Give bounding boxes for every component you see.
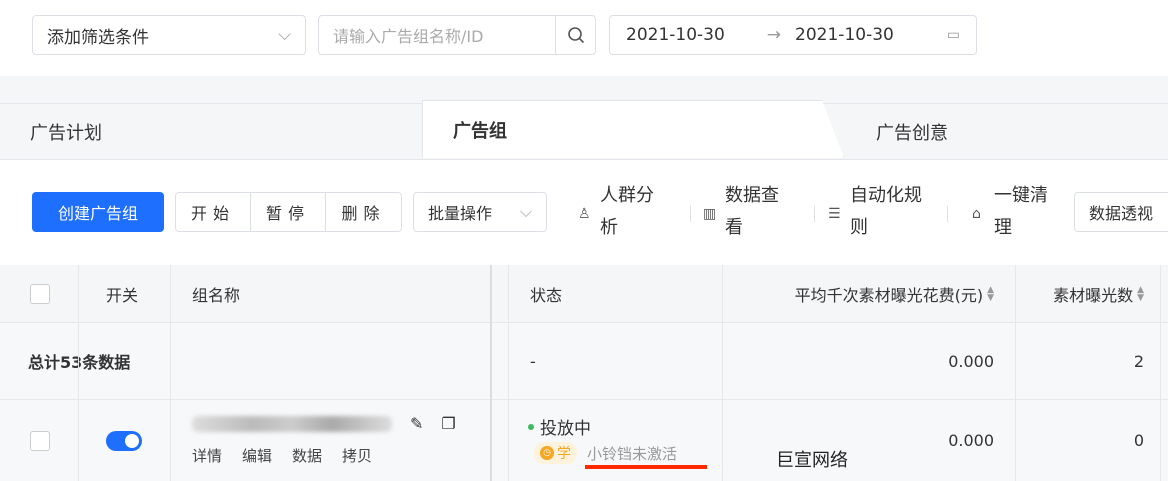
row-impressions: 0	[1133, 431, 1144, 450]
fixed-column-divider	[490, 265, 492, 481]
chevron-down-icon: ⌵	[519, 202, 532, 221]
adgroup-name-link[interactable]	[192, 415, 392, 432]
tab-campaign[interactable]: 广告计划	[30, 104, 102, 160]
summary-cpm: 0.000	[948, 351, 994, 371]
status-text: 投放中	[540, 419, 591, 439]
header-cpm[interactable]: 平均千次素材曝光花费(元) ▲ ▼	[795, 265, 994, 322]
search-icon[interactable]	[555, 15, 595, 55]
crowd-analysis-button[interactable]: ♙ 人群分析	[578, 180, 680, 244]
tab-bar: 广告计划 广告组 广告创意	[0, 100, 1168, 160]
automation-rules-button[interactable]: ☰ 自动化规则	[828, 180, 950, 244]
calendar-icon: ▭	[946, 27, 960, 43]
badge-text: 学	[557, 446, 571, 462]
row-toggle[interactable]	[106, 430, 142, 451]
chevron-down-icon: ⌵	[278, 25, 291, 45]
details-link[interactable]: 详情	[192, 447, 222, 465]
column-divider	[1160, 265, 1161, 481]
batch-operations-dropdown[interactable]: 批量操作 ⌵	[413, 192, 547, 232]
header-name: 组名称	[192, 285, 241, 305]
data-label-2: 看	[725, 217, 743, 238]
header-switch: 开关	[106, 285, 139, 305]
separator	[814, 206, 815, 222]
column-divider	[78, 265, 79, 481]
search-placeholder: 请输入广告组名称/ID	[333, 27, 484, 46]
red-underline	[585, 465, 707, 469]
sliders-icon: ☰	[828, 206, 841, 222]
summary-row: 总计53条数据 - 0.000 2	[0, 323, 1168, 400]
header-impressions-label: 素材曝光数	[1053, 285, 1134, 305]
user-icon: ♙	[578, 206, 591, 222]
search-input[interactable]: 请输入广告组名称/ID	[318, 15, 596, 55]
data-link[interactable]: 数据	[292, 447, 322, 465]
clean-label-1: 一键清	[994, 185, 1048, 206]
view-data-button[interactable]: ▥ 数据查看	[703, 180, 805, 244]
header-status: 状态	[530, 285, 563, 305]
status-dot	[528, 423, 534, 430]
start-button[interactable]: 开始	[176, 193, 251, 231]
filter-select[interactable]: 添加筛选条件 ⌵	[32, 15, 306, 55]
data-label-1: 数据查	[725, 185, 779, 206]
learning-badge: ◷ 学	[534, 442, 577, 464]
date-separator: →	[766, 25, 782, 45]
copy-icon[interactable]: ❐	[441, 414, 455, 433]
copy-link[interactable]: 拷贝	[342, 447, 372, 465]
data-pivot-button[interactable]: 数据透视	[1074, 192, 1168, 232]
filter-select-label: 添加筛选条件	[47, 27, 149, 48]
clean-label-2: 理	[994, 217, 1012, 238]
sort-icon[interactable]: ▲ ▼	[987, 285, 994, 302]
summary-impressions: 2	[1133, 351, 1144, 371]
watermark-text: 巨宣网络	[776, 450, 848, 471]
edit-icon[interactable]: ✎	[410, 414, 423, 433]
date-end: 2021-10-30	[795, 25, 894, 45]
pivot-label: 数据透视	[1089, 204, 1154, 223]
pause-button[interactable]: 暂停	[251, 193, 326, 231]
date-range-picker[interactable]: 2021-10-30 → 2021-10-30 ▭	[609, 15, 977, 55]
row-cpm: 0.000	[948, 431, 994, 450]
row-checkbox[interactable]	[30, 430, 50, 451]
create-adgroup-button[interactable]: 创建广告组	[32, 192, 164, 232]
select-all-checkbox[interactable]	[30, 283, 50, 304]
summary-status: -	[530, 351, 536, 371]
table-header: 开关 组名称 状态 平均千次素材曝光花费(元) ▲ ▼ 素材曝光数 ▲ ▼	[0, 265, 1168, 323]
clock-icon: ◷	[540, 446, 554, 460]
column-divider	[1015, 265, 1016, 481]
tab-creative[interactable]: 广告创意	[876, 104, 948, 160]
crowd-label-1: 人群分	[600, 185, 654, 206]
header-impressions[interactable]: 素材曝光数 ▲ ▼	[1053, 265, 1144, 322]
column-divider	[508, 265, 509, 481]
batch-label: 批量操作	[428, 204, 493, 223]
broom-icon: ⌂	[972, 206, 981, 222]
separator	[947, 206, 948, 222]
edit-link[interactable]: 编辑	[242, 447, 272, 465]
sort-icon[interactable]: ▲ ▼	[1137, 285, 1144, 302]
one-click-clean-button[interactable]: ⌂ 一键清理	[972, 180, 1074, 244]
header-cpm-label: 平均千次素材曝光花费(元)	[794, 285, 984, 305]
divider-band	[0, 76, 1168, 104]
date-start: 2021-10-30	[626, 25, 725, 45]
bar-chart-icon: ▥	[703, 206, 717, 222]
column-divider	[170, 265, 171, 481]
delete-button[interactable]: 删除	[326, 193, 401, 231]
summary-label: 总计53条数据	[28, 353, 131, 372]
action-button-group: 开始 暂停 删除	[175, 192, 402, 232]
table-row: ✎ ❐ 详情 编辑 数据 拷贝 投放中 ◷ 学 小铃铛未激活 巨宣网络 0.000 0	[0, 400, 1168, 481]
auto-label-1: 自动化规	[850, 185, 922, 206]
tab-adgroup[interactable]: 广告组	[422, 100, 844, 158]
auto-label-2: 则	[850, 217, 868, 238]
column-divider	[722, 265, 723, 481]
bell-inactive-note: 小铃铛未激活	[587, 444, 678, 463]
separator	[690, 206, 691, 222]
crowd-label-2: 析	[600, 217, 618, 238]
